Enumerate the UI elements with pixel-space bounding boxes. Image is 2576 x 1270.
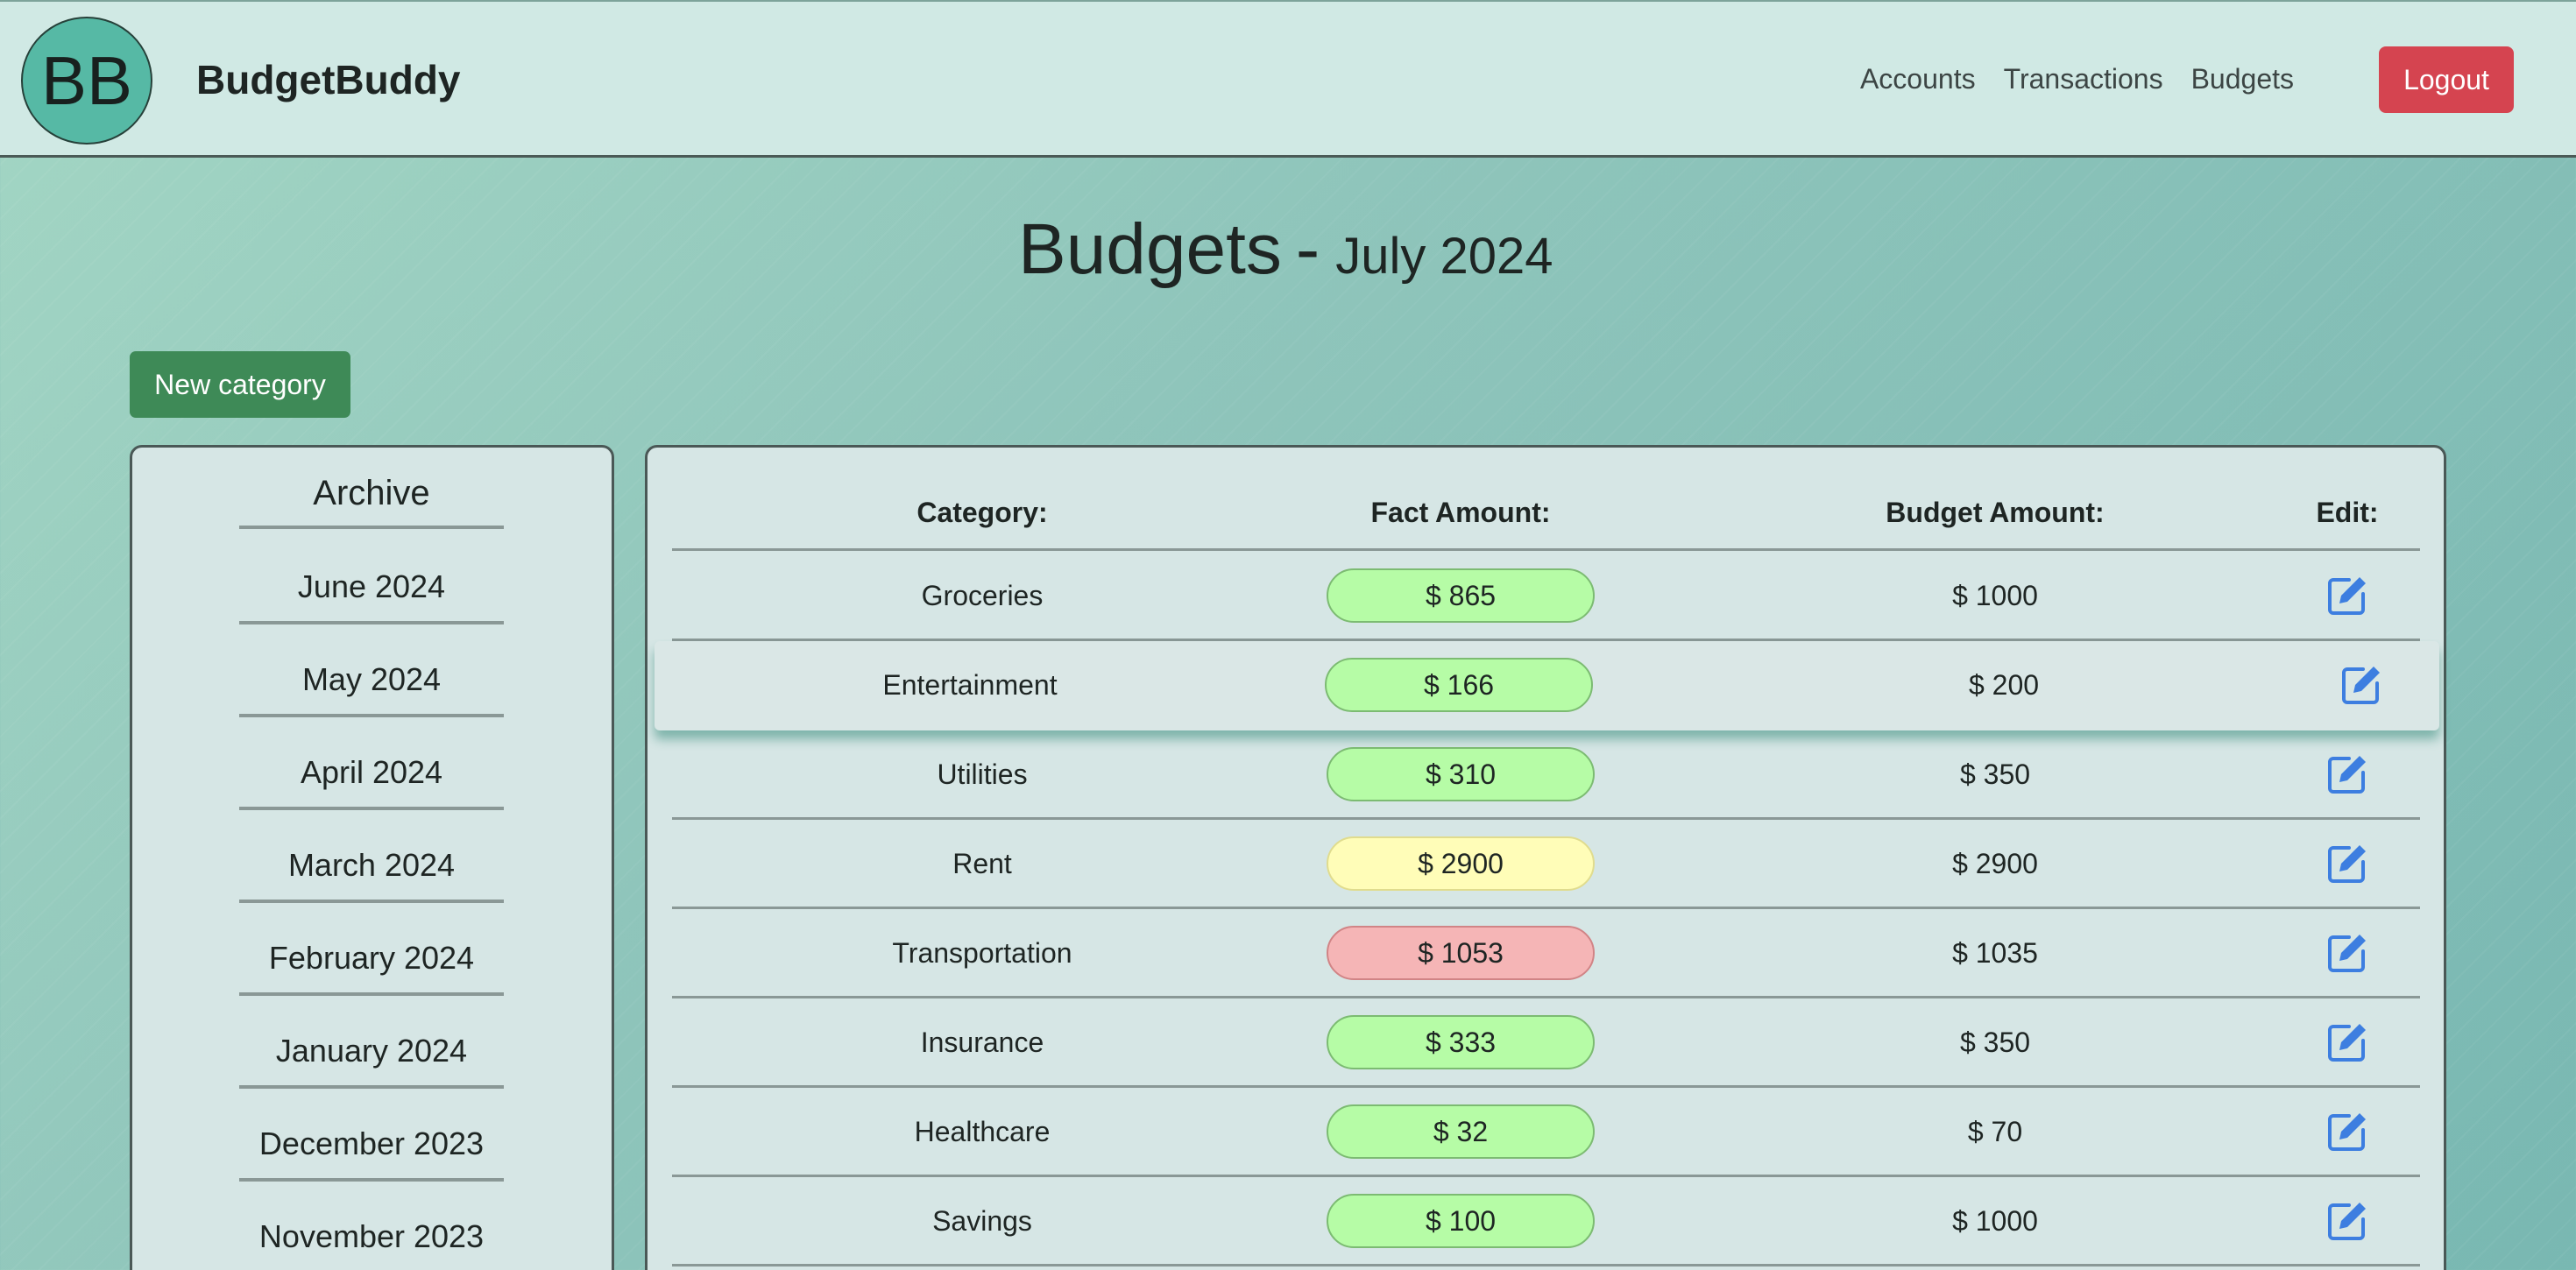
nav-links: Accounts Transactions Budgets <box>1860 63 2294 95</box>
category-cell: Utilities <box>937 758 1028 790</box>
budget-amount-cell: $ 350 <box>1959 758 2031 790</box>
budget-amount-cell: $ 200 <box>1968 668 2040 701</box>
table-row[interactable]: Rent $ 2900 $ 2900 <box>672 820 2420 909</box>
budget-amount-cell: $ 1035 <box>1952 936 2038 969</box>
navbar: BB BudgetBuddy Accounts Transactions Bud… <box>0 0 2576 158</box>
nav-link-budgets[interactable]: Budgets <box>2191 63 2294 95</box>
logo[interactable]: BB <box>21 17 152 145</box>
edit-icon[interactable] <box>2326 932 2368 974</box>
edit-cell <box>2318 641 2405 729</box>
fact-amount-cell: $ 333 <box>1285 998 1636 1086</box>
budget-amount-cell: $ 1000 <box>1952 1204 2038 1237</box>
nav-link-transactions[interactable]: Transactions <box>2004 63 2163 95</box>
table-row[interactable]: Savings $ 100 $ 1000 <box>672 1177 2420 1266</box>
edit-icon[interactable] <box>2326 575 2368 617</box>
archive-item-april-2024[interactable]: April 2024 <box>239 754 504 810</box>
table-row[interactable]: Entertainment $ 166 $ 200 <box>655 641 2439 730</box>
archive-item-february-2024[interactable]: February 2024 <box>239 940 504 996</box>
edit-cell <box>2304 909 2391 997</box>
column-header-fact-amount: Fact Amount: <box>1370 497 1551 528</box>
table-row[interactable]: Insurance $ 333 $ 350 <box>672 998 2420 1088</box>
nav-link-accounts[interactable]: Accounts <box>1860 63 1976 95</box>
budget-amount-cell: $ 350 <box>1959 1026 2031 1058</box>
fact-amount-cell: $ 100 <box>1285 1177 1636 1265</box>
table-row[interactable]: Transportation $ 1053 $ 1035 <box>672 909 2420 998</box>
edit-cell <box>2304 730 2391 818</box>
archive-item-january-2024[interactable]: January 2024 <box>239 1033 504 1089</box>
fact-amount-badge: $ 865 <box>1327 568 1595 623</box>
archive-title: Archive <box>239 474 504 529</box>
edit-cell <box>2304 552 2391 639</box>
budget-amount-cell: $ 2900 <box>1952 847 2038 879</box>
edit-icon[interactable] <box>2326 1111 2368 1153</box>
fact-amount-badge: $ 100 <box>1327 1194 1595 1248</box>
edit-icon[interactable] <box>2326 1021 2368 1063</box>
edit-icon[interactable] <box>2326 1200 2368 1242</box>
page-title-separator: - <box>1295 209 1320 289</box>
fact-amount-badge: $ 2900 <box>1327 836 1595 891</box>
page-title: Budgets - July 2024 <box>1018 208 1553 291</box>
archive-item-may-2024[interactable]: May 2024 <box>239 661 504 717</box>
category-cell: Insurance <box>920 1026 1044 1058</box>
fact-amount-cell: $ 865 <box>1285 552 1636 639</box>
new-category-button[interactable]: New category <box>130 351 350 418</box>
budget-table: Category: Fact Amount: Budget Amount: Ed… <box>645 445 2446 1270</box>
table-row[interactable]: Healthcare $ 32 $ 70 <box>672 1088 2420 1177</box>
column-header-category: Category: <box>916 497 1048 528</box>
budget-amount-cell: $ 1000 <box>1952 579 2038 611</box>
fact-amount-badge: $ 32 <box>1327 1104 1595 1159</box>
category-cell: Transportation <box>892 936 1072 969</box>
edit-icon[interactable] <box>2340 664 2382 706</box>
budget-amount-cell: $ 70 <box>1967 1115 2023 1147</box>
page-title-text: Budgets <box>1018 209 1282 289</box>
archive-item-march-2024[interactable]: March 2024 <box>239 847 504 903</box>
column-header-edit: Edit: <box>2316 497 2379 528</box>
category-cell: Savings <box>932 1204 1032 1237</box>
archive-item-november-2023[interactable]: November 2023 <box>239 1218 504 1270</box>
fact-amount-badge: $ 333 <box>1327 1015 1595 1069</box>
edit-cell <box>2304 1177 2391 1265</box>
column-header-budget-amount: Budget Amount: <box>1886 497 2105 528</box>
fact-amount-cell: $ 1053 <box>1285 909 1636 997</box>
fact-amount-cell: $ 2900 <box>1285 820 1636 907</box>
table-row[interactable]: Groceries $ 865 $ 1000 <box>672 552 2420 641</box>
archive-item-june-2024[interactable]: June 2024 <box>239 568 504 624</box>
edit-cell <box>2304 820 2391 907</box>
logout-button[interactable]: Logout <box>2379 46 2514 113</box>
category-cell: Groceries <box>921 579 1044 611</box>
page-title-month: July 2024 <box>1335 228 1553 285</box>
edit-icon[interactable] <box>2326 843 2368 885</box>
fact-amount-cell: $ 166 <box>1284 641 1634 729</box>
fact-amount-badge: $ 1053 <box>1327 926 1595 980</box>
edit-icon[interactable] <box>2326 753 2368 795</box>
fact-amount-cell: $ 32 <box>1285 1088 1636 1175</box>
table-row[interactable]: Utilities $ 310 $ 350 <box>672 730 2420 820</box>
edit-cell <box>2304 1088 2391 1175</box>
fact-amount-badge: $ 166 <box>1325 658 1593 712</box>
header-divider <box>672 548 2420 551</box>
category-cell: Rent <box>952 847 1012 879</box>
archive-panel: Archive June 2024 May 2024 April 2024 Ma… <box>130 445 614 1270</box>
fact-amount-badge: $ 310 <box>1327 747 1595 801</box>
category-cell: Entertainment <box>882 668 1058 701</box>
fact-amount-cell: $ 310 <box>1285 730 1636 818</box>
archive-item-december-2023[interactable]: December 2023 <box>239 1125 504 1182</box>
category-cell: Healthcare <box>914 1115 1051 1147</box>
edit-cell <box>2304 998 2391 1086</box>
brand-name[interactable]: BudgetBuddy <box>196 56 461 103</box>
